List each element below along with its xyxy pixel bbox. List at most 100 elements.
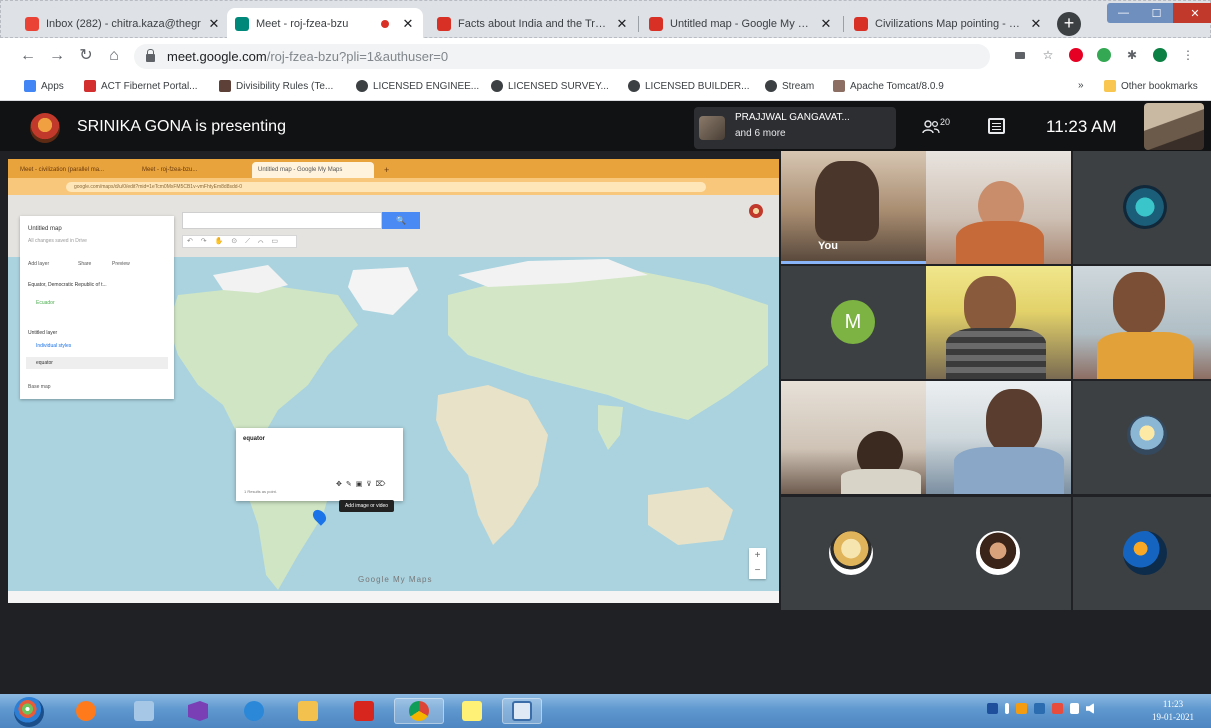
bookmark-stream[interactable]: Stream (765, 80, 814, 92)
file-explorer-icon[interactable] (288, 698, 328, 724)
volume-icon[interactable] (1086, 703, 1094, 714)
pinterest-icon[interactable] (1068, 47, 1084, 63)
onenote-icon[interactable] (502, 698, 542, 724)
tab-facts-india[interactable]: Facts about India and the Tropi ✕ (429, 8, 637, 39)
pinned-participants[interactable]: PRAJJWAL GANGAVAT... and 6 more (694, 107, 896, 149)
toolbar-icons: ☆ ✱ ⋮ (1012, 47, 1196, 63)
tab-civilizations-map[interactable]: Civilizations Map pointing - Go ✕ (846, 8, 1051, 39)
participant-video (954, 447, 1064, 494)
profile-icon[interactable] (1152, 47, 1168, 63)
participant-tile[interactable] (926, 497, 1071, 610)
shared-map: 🔍 ↶ ↷ ✋ ⊙ ⟋ ⌒ ▭ Untitled map All changes… (8, 195, 779, 603)
participant-tile[interactable] (1073, 151, 1211, 264)
internet-explorer-icon[interactable] (234, 698, 274, 724)
bookmark-licensed-surveyor[interactable]: LICENSED SURVEY... (491, 80, 609, 92)
reload-icon[interactable]: ↻ (76, 46, 96, 66)
app-glyph (354, 701, 374, 721)
participant-avatar (1127, 415, 1167, 455)
maximize-button[interactable]: ☐ (1140, 3, 1173, 23)
participant-tile[interactable] (1073, 381, 1211, 494)
adobe-reader-icon[interactable] (344, 698, 384, 724)
bookmark-label: LICENSED BUILDER... (645, 80, 750, 92)
tray-info-icon[interactable] (1005, 703, 1009, 714)
new-tab-button[interactable]: + (1057, 12, 1081, 36)
menu-icon[interactable]: ⋮ (1180, 47, 1196, 63)
tab-untitled-map[interactable]: Untitled map - Google My Map ✕ (641, 8, 841, 39)
close-window-button[interactable]: ✕ (1173, 3, 1211, 23)
presenter-avatar (30, 113, 60, 143)
bookmark-licensed-builder[interactable]: LICENSED BUILDER... (628, 80, 749, 92)
address-bar[interactable]: meet.google.com /roj-fzea-bzu?pli=1&auth… (134, 44, 990, 69)
bookmarks-bar: Apps ACT Fibernet Portal... Divisibility… (0, 74, 1211, 101)
maps-search-button: 🔍 (382, 212, 420, 229)
media-player-icon[interactable] (66, 698, 106, 724)
puzzle-icon[interactable]: ✱ (1124, 47, 1140, 63)
home-icon[interactable]: ⌂ (104, 46, 124, 66)
close-tab-icon[interactable]: ✕ (819, 16, 833, 32)
tray-app-icon[interactable] (987, 703, 998, 714)
zoom-control: + − (749, 548, 766, 579)
more-bookmarks-button[interactable]: » (1078, 80, 1084, 91)
bookmark-apache-tomcat[interactable]: Apache Tomcat/8.0.9 (833, 80, 944, 92)
tab-separator (843, 16, 844, 32)
participant-tile[interactable] (1073, 266, 1211, 379)
tray-app-icon[interactable] (1052, 703, 1063, 714)
other-bookmarks[interactable]: Other bookmarks (1104, 80, 1198, 92)
forward-icon[interactable]: → (47, 46, 67, 66)
bookmark-label: LICENSED ENGINEE... (373, 80, 480, 92)
chrome-icon[interactable] (394, 698, 444, 724)
bookmark-divisibility[interactable]: Divisibility Rules (Te... (219, 80, 333, 92)
start-button[interactable] (14, 697, 44, 727)
visual-studio-icon[interactable] (178, 698, 218, 724)
participant-tile[interactable] (926, 381, 1071, 494)
close-tab-icon[interactable]: ✕ (615, 16, 629, 32)
chat-icon[interactable] (988, 118, 1005, 134)
clock-date: 19-01-2021 (1152, 712, 1194, 722)
google-my-maps-mark: Google My Maps (358, 575, 433, 584)
flag-icon[interactable] (1070, 703, 1079, 714)
close-tab-icon[interactable]: ✕ (401, 16, 415, 32)
my-maps-icon (854, 16, 868, 31)
system-clock[interactable]: 11:23 19-01-2021 (1152, 698, 1194, 724)
bookmark-act-fibernet[interactable]: ACT Fibernet Portal... (84, 80, 198, 92)
participant-tile[interactable] (781, 381, 926, 494)
globe-icon (356, 80, 368, 92)
participant-tile[interactable]: M (781, 266, 926, 379)
participant-tile[interactable] (1073, 497, 1211, 610)
sticky-notes-icon[interactable] (452, 698, 492, 724)
participants-button[interactable]: 20 (922, 117, 952, 137)
windows-taskbar: 11:23 19-01-2021 (0, 694, 1211, 728)
tab-meet[interactable]: Meet - roj-fzea-bzu ✕ (227, 8, 423, 39)
tray-app-icon[interactable] (1016, 703, 1027, 714)
minimize-button[interactable]: — (1107, 3, 1140, 23)
participant-avatar (829, 531, 873, 575)
tab-gmail[interactable]: Inbox (282) - chitra.kaza@thegr ✕ (17, 8, 229, 39)
base-map: Base map (28, 384, 51, 390)
bookmark-licensed-engineer[interactable]: LICENSED ENGINEE... (356, 80, 479, 92)
shared-tab: Meet - civilization (parallel ma... (20, 167, 105, 173)
back-icon[interactable]: ← (18, 46, 38, 66)
participant-tile[interactable] (926, 151, 1071, 264)
app-glyph (409, 701, 429, 721)
map-subtitle: All changes saved in Drive (28, 238, 87, 244)
close-tab-icon[interactable]: ✕ (207, 16, 221, 32)
participant-avatar (1123, 531, 1167, 575)
shield-icon[interactable] (1034, 703, 1045, 714)
bookmark-label: Stream (782, 80, 815, 92)
participant-tile[interactable] (781, 497, 926, 610)
star-icon[interactable]: ☆ (1040, 47, 1056, 63)
participant-tile-you[interactable]: You (781, 151, 926, 264)
add-media-tooltip: Add image or video (339, 500, 394, 512)
self-view-thumbnail[interactable] (1144, 103, 1204, 150)
notepad-icon[interactable] (124, 698, 164, 724)
camera-icon[interactable] (1012, 47, 1028, 63)
shared-screen: Meet - civilization (parallel ma... Meet… (8, 159, 779, 603)
app-glyph (76, 701, 96, 721)
bookmark-apps[interactable]: Apps (24, 80, 64, 92)
my-maps-icon (649, 16, 663, 31)
participant-video (1097, 332, 1193, 379)
extension-green-icon[interactable] (1096, 47, 1112, 63)
participant-tile[interactable] (926, 266, 1071, 379)
feature-popup: equator ✥✎▣⊽⌦ 1 Results as point. (236, 428, 403, 501)
close-tab-icon[interactable]: ✕ (1029, 16, 1043, 32)
